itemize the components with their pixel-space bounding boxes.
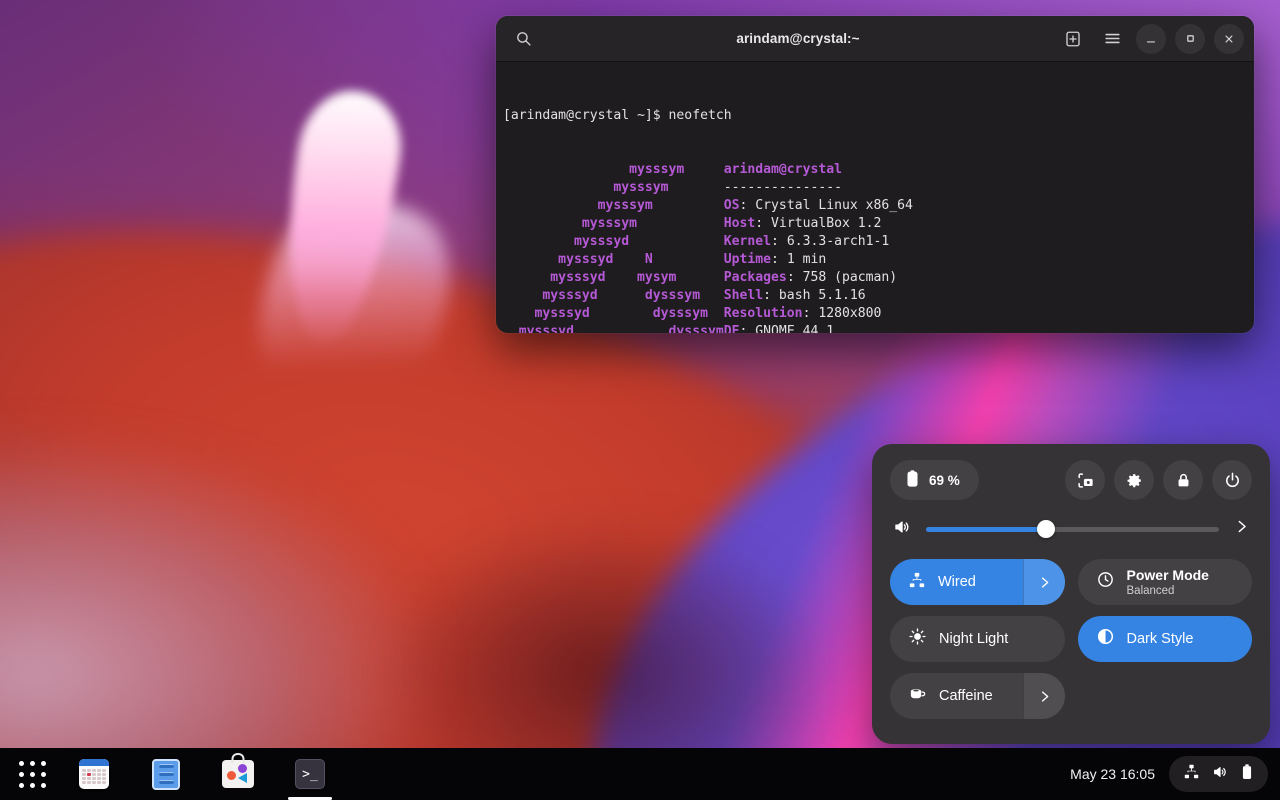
tile-dark-style[interactable]: Dark Style bbox=[1078, 616, 1253, 662]
tile-caffeine-label: Caffeine bbox=[939, 688, 993, 704]
volume-icon[interactable] bbox=[892, 518, 912, 541]
neofetch-ascii-art: mysssym mysssym mysssym mysssym mysssyd … bbox=[503, 161, 724, 333]
terminal-icon: >_ bbox=[295, 759, 325, 789]
taskbar-item-calendar[interactable] bbox=[72, 752, 116, 796]
battery-status-button[interactable]: 69 % bbox=[890, 460, 979, 500]
screenshot-icon[interactable] bbox=[1065, 460, 1105, 500]
battery-percent-label: 69 % bbox=[929, 473, 960, 488]
tile-wired[interactable]: Wired bbox=[890, 559, 1065, 605]
new-tab-icon[interactable] bbox=[1058, 24, 1088, 54]
taskbar-item-software[interactable] bbox=[216, 752, 260, 796]
power-icon[interactable] bbox=[1212, 460, 1252, 500]
minimize-icon[interactable] bbox=[1136, 24, 1166, 54]
taskbar-clock[interactable]: May 23 16:05 bbox=[1070, 766, 1155, 782]
lock-icon[interactable] bbox=[1163, 460, 1203, 500]
volume-slider[interactable] bbox=[926, 527, 1219, 532]
network-wired-icon bbox=[1183, 763, 1200, 785]
terminal-titlebar[interactable]: arindam@crystal:~ bbox=[496, 16, 1254, 62]
chevron-right-icon[interactable] bbox=[1233, 518, 1250, 540]
wallpaper-dark-core bbox=[384, 524, 819, 748]
quick-settings-tiles: Wired Power Mode Balance bbox=[890, 559, 1252, 719]
taskbar-item-files[interactable] bbox=[144, 752, 188, 796]
neofetch-info-block: arindam@crystal --------------- OS: Crys… bbox=[724, 161, 913, 333]
volume-icon bbox=[1211, 764, 1229, 785]
gear-icon[interactable] bbox=[1114, 460, 1154, 500]
maximize-icon[interactable] bbox=[1175, 24, 1205, 54]
terminal-window[interactable]: arindam@crystal:~ bbox=[496, 16, 1254, 333]
files-icon bbox=[152, 759, 180, 790]
volume-slider-fill bbox=[926, 527, 1046, 532]
taskbar[interactable]: >_ May 23 16:05 bbox=[0, 748, 1280, 800]
quick-settings-panel[interactable]: 69 % bbox=[872, 444, 1270, 744]
tile-power-mode-main[interactable]: Power Mode Balanced bbox=[1078, 559, 1253, 605]
tile-night-light-main[interactable]: Night Light bbox=[890, 616, 1065, 662]
terminal-output[interactable]: [arindam@crystal ~]$ neofetch mysssym my… bbox=[496, 62, 1254, 333]
battery-icon bbox=[1240, 763, 1254, 786]
window-title: arindam@crystal:~ bbox=[538, 31, 1058, 46]
tile-night-light[interactable]: Night Light bbox=[890, 616, 1065, 662]
tile-wired-expand-chevron-right-icon[interactable] bbox=[1023, 559, 1065, 605]
search-icon[interactable] bbox=[508, 24, 538, 54]
wallpaper-pale-haze bbox=[0, 434, 435, 748]
software-center-icon bbox=[222, 760, 254, 788]
battery-icon bbox=[905, 469, 920, 491]
tile-power-mode[interactable]: Power Mode Balanced bbox=[1078, 559, 1253, 605]
tile-dark-style-label: Dark Style bbox=[1127, 631, 1194, 647]
system-tray[interactable] bbox=[1169, 756, 1268, 792]
tile-wired-main[interactable]: Wired bbox=[890, 559, 1023, 605]
tile-caffeine-main[interactable]: Caffeine bbox=[890, 673, 1023, 719]
taskbar-item-terminal[interactable]: >_ bbox=[288, 752, 332, 796]
dark-style-icon bbox=[1096, 627, 1115, 651]
tile-caffeine[interactable]: Caffeine bbox=[890, 673, 1065, 719]
network-wired-icon bbox=[908, 571, 926, 594]
hamburger-menu-icon[interactable] bbox=[1097, 24, 1127, 54]
tile-power-mode-label: Power Mode bbox=[1127, 567, 1209, 584]
caffeine-icon bbox=[908, 684, 927, 708]
close-icon[interactable] bbox=[1214, 24, 1244, 54]
tile-night-light-label: Night Light bbox=[939, 631, 1008, 647]
tile-wired-label: Wired bbox=[938, 574, 976, 590]
volume-slider-knob[interactable] bbox=[1037, 520, 1055, 538]
app-grid-icon[interactable] bbox=[0, 761, 64, 788]
night-light-icon bbox=[908, 627, 927, 651]
tile-power-mode-sublabel: Balanced bbox=[1127, 584, 1209, 598]
terminal-prompt-line: [arindam@crystal ~]$ neofetch bbox=[500, 107, 1254, 125]
tile-dark-style-main[interactable]: Dark Style bbox=[1078, 616, 1253, 662]
calendar-icon bbox=[79, 759, 109, 789]
volume-row[interactable] bbox=[890, 515, 1252, 543]
power-mode-icon bbox=[1096, 570, 1115, 594]
tile-caffeine-expand-chevron-right-icon[interactable] bbox=[1023, 673, 1065, 719]
